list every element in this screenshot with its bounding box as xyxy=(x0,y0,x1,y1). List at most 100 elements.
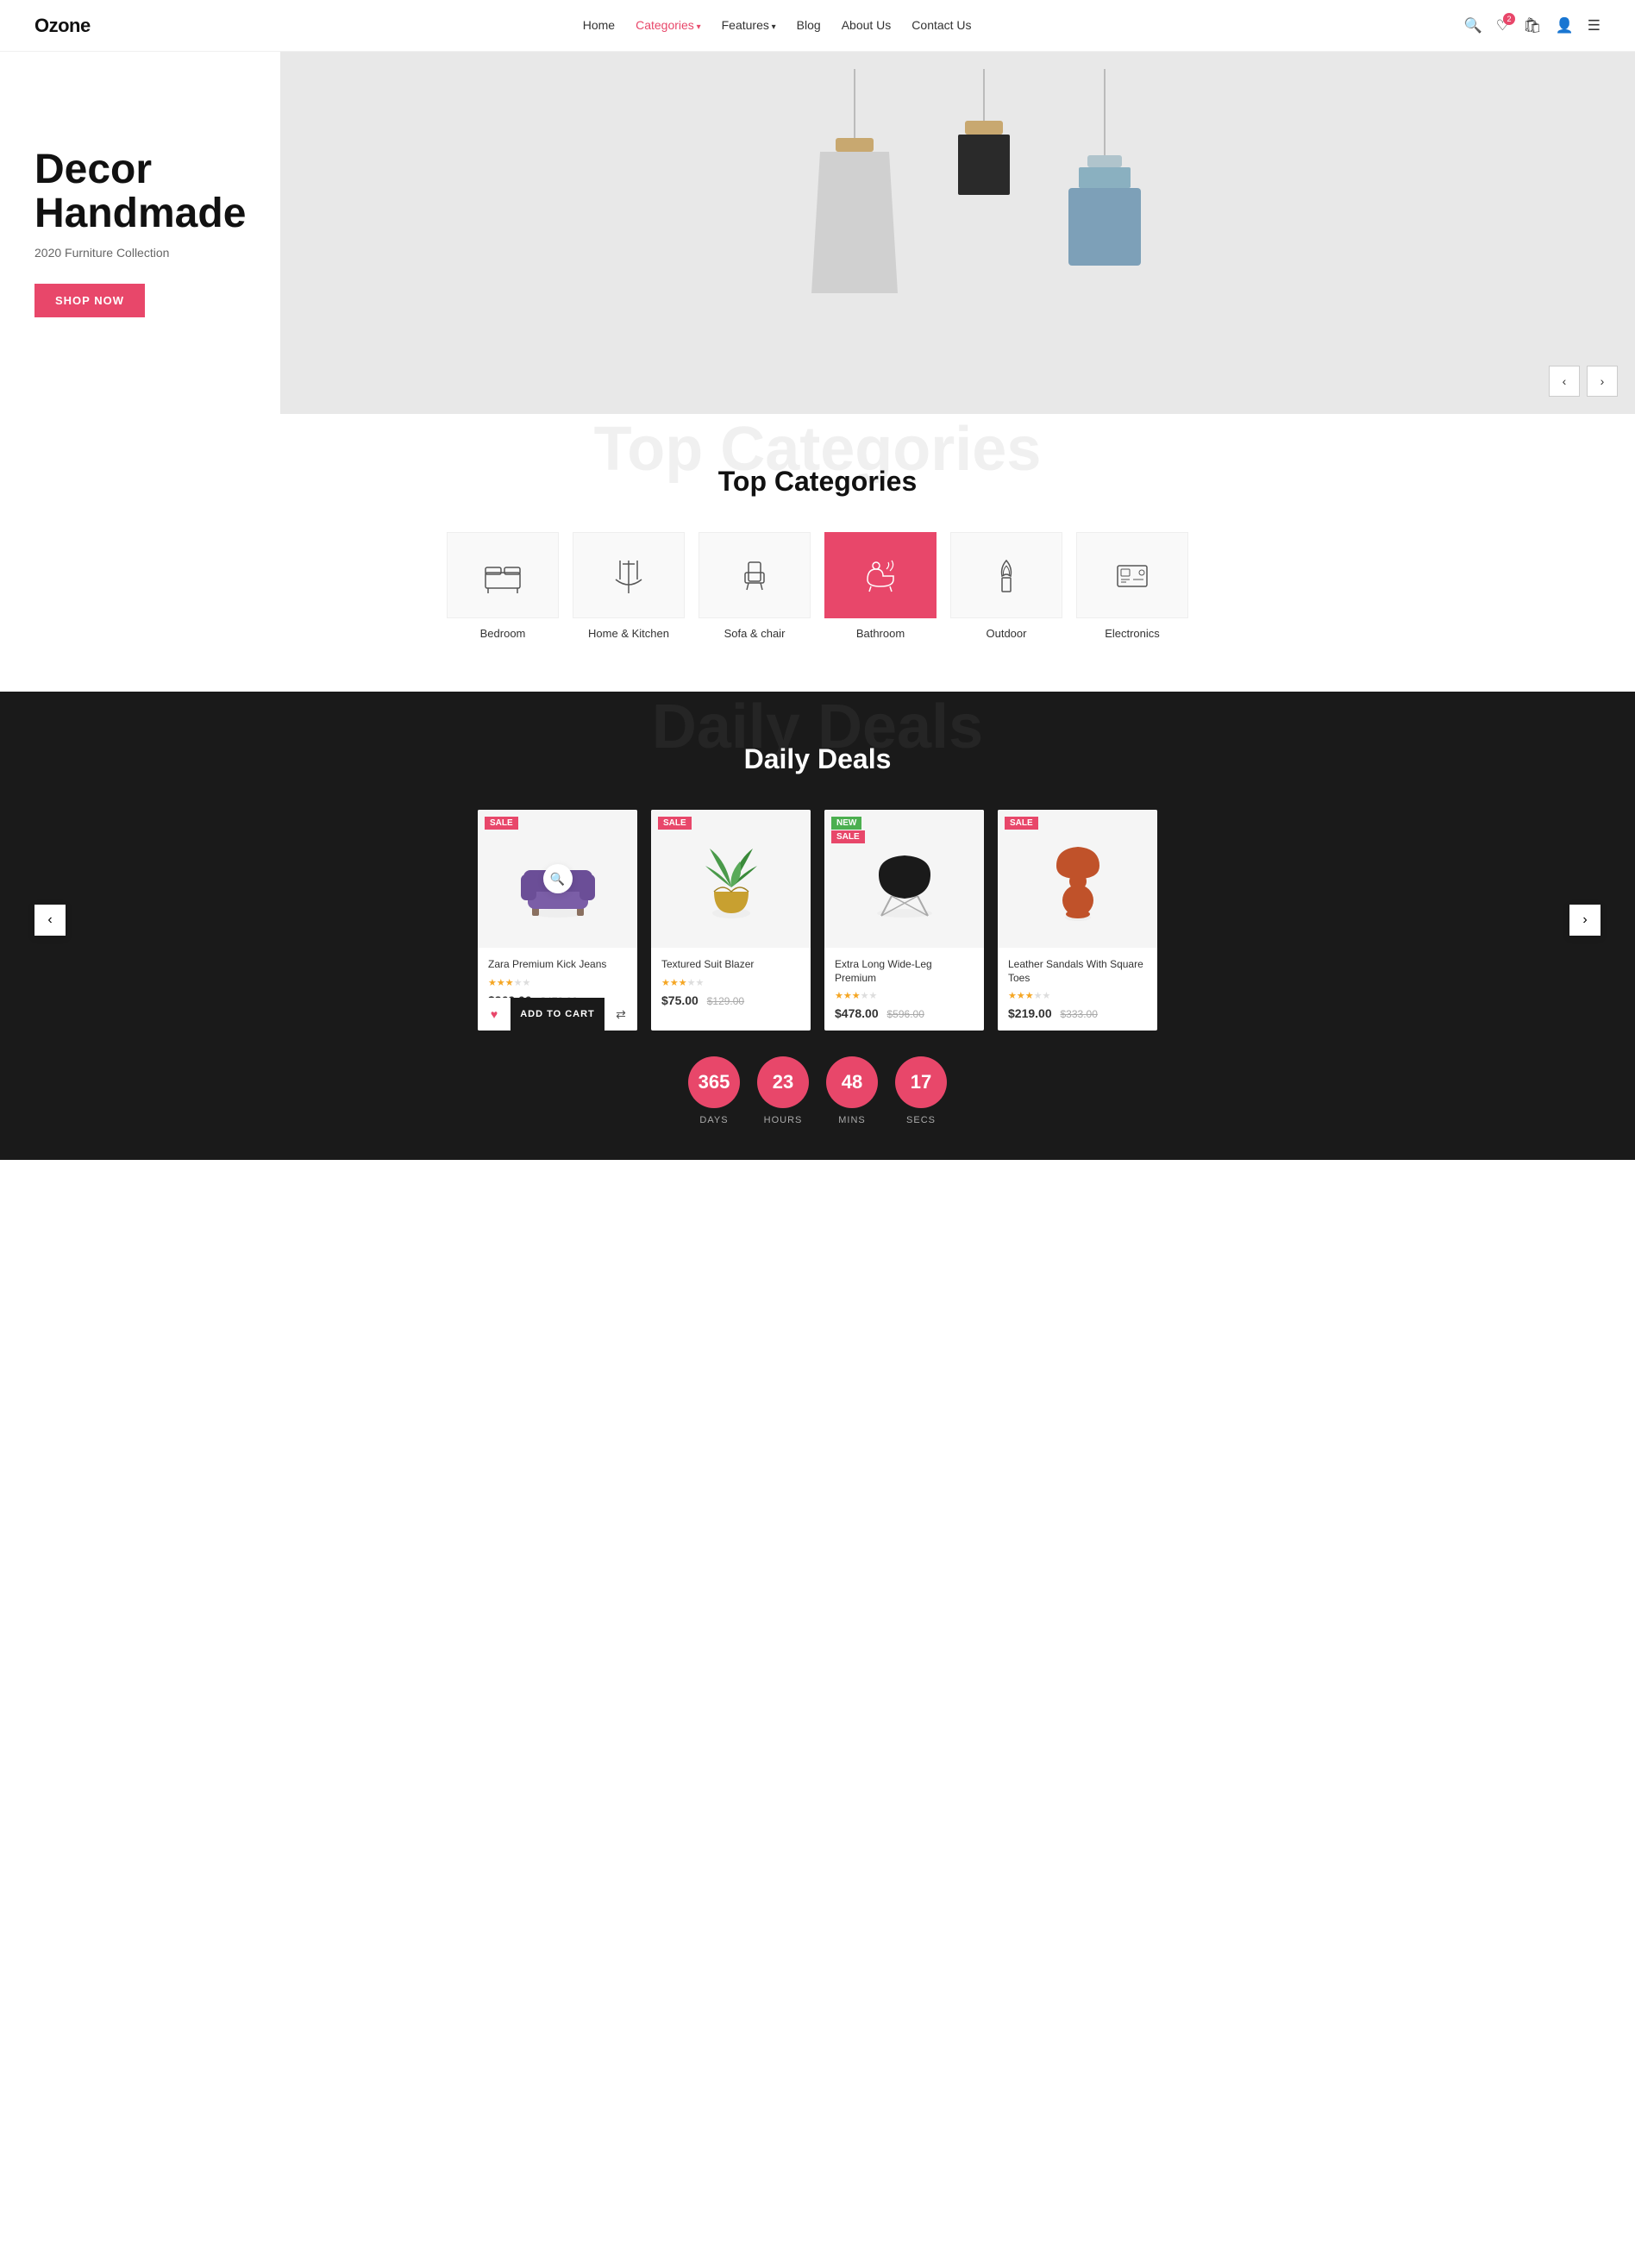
product-info-4: Leather Sandals With Square Toes ★★★★★ $… xyxy=(998,948,1157,1031)
kitchen-icon xyxy=(607,554,650,597)
bathroom-icon xyxy=(859,554,902,597)
black-chair-image xyxy=(857,831,952,926)
nav-features[interactable]: Features xyxy=(722,18,776,32)
category-label-sofa: Sofa & chair xyxy=(724,627,786,640)
navbar: Ozone Home Categories Features Blog Abou… xyxy=(0,0,1635,52)
product-image-1: SALE 🔍 xyxy=(478,810,637,948)
category-item-electronics[interactable]: Electronics xyxy=(1076,532,1188,640)
product-info-2: Textured Suit Blazer ★★★★★ $75.00 $129.0… xyxy=(651,948,811,1018)
countdown-secs: 17 SECS xyxy=(895,1056,947,1125)
brand-logo[interactable]: Ozone xyxy=(34,15,91,37)
sofa-icon xyxy=(733,554,776,597)
product-price-3: $478.00 $596.00 xyxy=(835,1006,974,1020)
product-name-1: Zara Premium Kick Jeans xyxy=(488,958,627,972)
plant-image xyxy=(684,831,779,926)
bedroom-icon xyxy=(481,554,524,597)
countdown-hours-value: 23 xyxy=(757,1056,809,1108)
hero-title: DecorHandmade xyxy=(34,148,246,235)
countdown-secs-label: SECS xyxy=(906,1115,936,1125)
category-box-sofa xyxy=(698,532,811,618)
countdown-hours-label: HOURS xyxy=(764,1115,803,1125)
lamp-image xyxy=(1030,831,1125,926)
category-item-bedroom[interactable]: Bedroom xyxy=(447,532,559,640)
category-label-bathroom: Bathroom xyxy=(856,627,905,640)
category-item-kitchen[interactable]: Home & Kitchen xyxy=(573,532,685,640)
product-stars-1: ★★★★★ xyxy=(488,977,627,988)
countdown-days-label: DAYS xyxy=(699,1115,728,1125)
hero-lamps-illustration xyxy=(708,69,1208,414)
category-box-kitchen xyxy=(573,532,685,618)
product-stars-4: ★★★★★ xyxy=(1008,990,1147,1001)
nav-contact[interactable]: Contact Us xyxy=(911,18,971,32)
category-box-bathroom xyxy=(824,532,937,618)
category-box-bedroom xyxy=(447,532,559,618)
deals-title: Daily Deals xyxy=(34,743,1601,775)
outdoor-icon xyxy=(985,554,1028,597)
hero-image-area: ‹ › xyxy=(280,52,1635,414)
category-box-electronics xyxy=(1076,532,1188,618)
product-price-2: $75.00 $129.00 xyxy=(661,993,800,1007)
nav-links: Home Categories Features Blog About Us C… xyxy=(583,18,972,34)
user-button[interactable]: 👤 xyxy=(1556,17,1574,34)
wishlist-button[interactable]: ♡ 2 xyxy=(1496,17,1509,34)
countdown-mins-value: 48 xyxy=(826,1056,878,1108)
category-item-bathroom[interactable]: Bathroom xyxy=(824,532,937,640)
product-badge-sale-1: SALE xyxy=(485,817,518,830)
wishlist-count: 2 xyxy=(1503,13,1515,25)
daily-deals-section: Daily Deals Daily Deals ‹ SALE xyxy=(0,692,1635,1160)
categories-title: Top Categories xyxy=(34,466,1601,498)
product-card-3: NEW SALE Extra Long Wid xyxy=(824,810,984,1031)
category-label-bedroom: Bedroom xyxy=(480,627,526,640)
category-box-outdoor xyxy=(950,532,1062,618)
product-wishlist-btn-1[interactable]: ♥ xyxy=(478,998,511,1031)
top-categories-section: Top Categories Top Categories Bedroom xyxy=(0,414,1635,692)
product-card-1: SALE 🔍 ♥ ADD TO CART ⇄ xyxy=(478,810,637,1031)
products-row: SALE 🔍 ♥ ADD TO CART ⇄ xyxy=(34,810,1601,1031)
nav-icons: 🔍 ♡ 2 🛍 👤 ☰ xyxy=(1464,17,1601,34)
product-image-2: SALE xyxy=(651,810,811,948)
countdown-secs-value: 17 xyxy=(895,1056,947,1108)
hero-section: DecorHandmade 2020 Furniture Collection … xyxy=(0,52,1635,414)
deals-next-button[interactable]: › xyxy=(1569,905,1601,936)
shop-now-button[interactable]: SHOP NOW xyxy=(34,284,145,317)
product-name-2: Textured Suit Blazer xyxy=(661,958,800,972)
product-badge-sale-3: SALE xyxy=(831,830,865,843)
countdown-mins-label: MINS xyxy=(838,1115,866,1125)
product-card-4: SALE Le xyxy=(998,810,1157,1031)
product-badge-sale-2: SALE xyxy=(658,817,692,830)
hero-prev-button[interactable]: ‹ xyxy=(1549,366,1580,397)
countdown-mins: 48 MINS xyxy=(826,1056,878,1125)
category-item-sofa[interactable]: Sofa & chair xyxy=(698,532,811,640)
product-search-overlay-1[interactable]: 🔍 xyxy=(543,864,573,893)
category-label-kitchen: Home & Kitchen xyxy=(588,627,669,640)
countdown-row: 365 DAYS 23 HOURS 48 MINS 17 SECS xyxy=(34,1056,1601,1125)
cart-button[interactable]: 🛍 xyxy=(1523,17,1542,34)
product-badge-sale-4: SALE xyxy=(1005,817,1038,830)
hero-arrows: ‹ › xyxy=(1549,366,1618,397)
categories-grid: Bedroom Home & Kitchen xyxy=(34,532,1601,640)
electronics-icon xyxy=(1111,554,1154,597)
nav-home[interactable]: Home xyxy=(583,18,615,32)
countdown-days: 365 DAYS xyxy=(688,1056,740,1125)
menu-button[interactable]: ☰ xyxy=(1588,17,1601,34)
product-compare-btn-1[interactable]: ⇄ xyxy=(605,998,637,1031)
product-image-3: NEW SALE xyxy=(824,810,984,948)
nav-blog[interactable]: Blog xyxy=(797,18,821,32)
product-actions-1: ♥ ADD TO CART ⇄ xyxy=(478,998,637,1031)
nav-categories[interactable]: Categories xyxy=(636,18,701,32)
product-image-4: SALE xyxy=(998,810,1157,948)
product-add-to-cart-btn-1[interactable]: ADD TO CART xyxy=(511,998,605,1031)
hero-next-button[interactable]: › xyxy=(1587,366,1618,397)
nav-about[interactable]: About Us xyxy=(842,18,892,32)
product-badge-new-3: NEW xyxy=(831,817,861,830)
product-info-3: Extra Long Wide-Leg Premium ★★★★★ $478.0… xyxy=(824,948,984,1031)
deals-prev-button[interactable]: ‹ xyxy=(34,905,66,936)
product-name-4: Leather Sandals With Square Toes xyxy=(1008,958,1147,985)
category-label-outdoor: Outdoor xyxy=(987,627,1027,640)
category-item-outdoor[interactable]: Outdoor xyxy=(950,532,1062,640)
product-stars-3: ★★★★★ xyxy=(835,990,974,1001)
category-label-electronics: Electronics xyxy=(1105,627,1160,640)
countdown-days-value: 365 xyxy=(688,1056,740,1108)
hero-text-area: DecorHandmade 2020 Furniture Collection … xyxy=(0,52,280,414)
search-button[interactable]: 🔍 xyxy=(1464,17,1482,34)
